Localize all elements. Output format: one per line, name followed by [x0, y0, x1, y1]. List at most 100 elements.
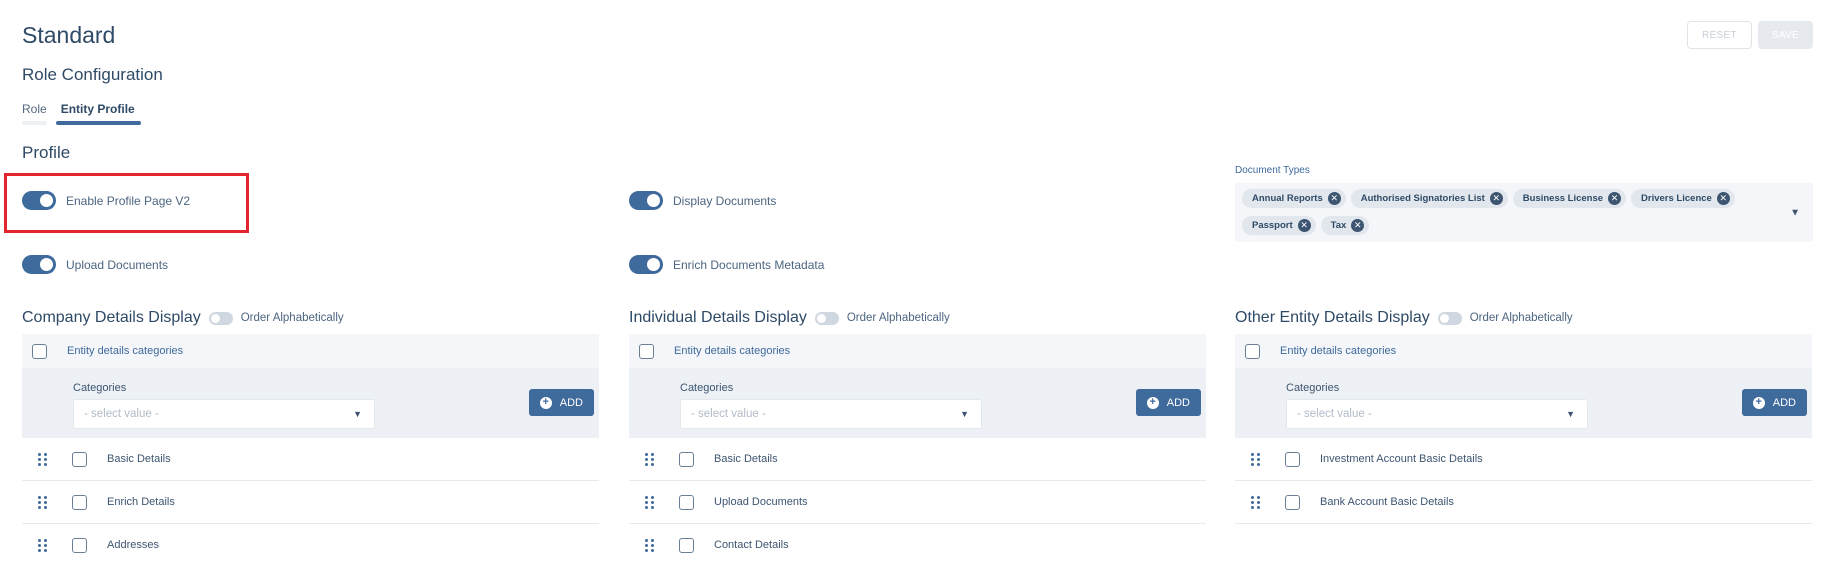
add-label: ADD — [559, 396, 583, 409]
drag-handle-icon[interactable] — [22, 452, 62, 466]
add-label: ADD — [1166, 396, 1190, 409]
select-placeholder: - select value - — [84, 408, 159, 420]
upload-documents-switch[interactable] — [22, 255, 56, 274]
categories-header: Entity details categories — [1235, 334, 1812, 368]
tab-label: Entity Profile — [60, 102, 135, 116]
list-item: Basic Details — [22, 438, 599, 481]
remove-chip-icon[interactable]: ✕ — [1716, 192, 1730, 205]
column-header: Individual Details Display Order Alphabe… — [629, 308, 1206, 328]
category-select[interactable]: - select value - ▼ — [680, 399, 982, 429]
select-all-checkbox[interactable] — [639, 343, 654, 359]
plus-circle-icon: + — [539, 396, 552, 409]
enable-profile-v2-switch[interactable] — [22, 191, 56, 210]
document-type-chip: Annual Reports ✕ — [1242, 189, 1346, 208]
chevron-down-icon: ▼ — [1566, 409, 1575, 419]
document-type-chip: Business License ✕ — [1512, 189, 1627, 208]
drag-handle-icon[interactable] — [22, 538, 62, 552]
add-category-button[interactable]: + ADD — [1135, 389, 1201, 416]
save-button[interactable]: SAVE — [1757, 21, 1813, 49]
list-item: Upload Documents — [629, 481, 1206, 524]
item-checkbox[interactable] — [72, 451, 87, 467]
chip-label: Authorised Signatories List — [1360, 193, 1485, 204]
drag-handle-icon[interactable] — [1235, 495, 1275, 509]
reset-button[interactable]: RESET — [1687, 21, 1752, 49]
add-category-button[interactable]: + ADD — [528, 389, 594, 416]
item-checkbox[interactable] — [1285, 494, 1300, 510]
chevron-down-icon[interactable]: ▼ — [1790, 207, 1800, 218]
document-type-chip: Drivers Licence ✕ — [1631, 189, 1735, 208]
order-alphabetically-switch[interactable] — [814, 311, 839, 325]
order-alphabetically-label: Order Alphabetically — [846, 312, 950, 324]
tab-indicator — [55, 121, 141, 125]
remove-chip-icon[interactable]: ✕ — [1608, 192, 1622, 205]
document-type-chip: Authorised Signatories List ✕ — [1350, 189, 1508, 208]
remove-chip-icon[interactable]: ✕ — [1327, 192, 1341, 205]
categories-header: Entity details categories — [22, 334, 599, 368]
add-category-panel: Categories - select value - ▼ + ADD — [629, 368, 1206, 438]
individual-details-column: Individual Details Display Order Alphabe… — [629, 308, 1206, 565]
toggle-label: Upload Documents — [66, 257, 169, 272]
display-documents-toggle-row: Display Documents — [629, 191, 776, 210]
chevron-down-icon: ▼ — [353, 409, 362, 419]
order-alphabetically-switch[interactable] — [1437, 311, 1462, 325]
category-select[interactable]: - select value - ▼ — [1286, 399, 1588, 429]
document-types-label: Document Types — [1235, 165, 1310, 176]
item-label: Investment Account Basic Details — [1320, 453, 1483, 465]
header-actions: RESET SAVE — [1687, 21, 1813, 49]
section-title: Role Configuration — [22, 65, 163, 84]
chevron-down-icon: ▼ — [960, 409, 969, 419]
company-details-column: Company Details Display Order Alphabetic… — [22, 308, 599, 565]
drag-handle-icon[interactable] — [629, 538, 669, 552]
category-select[interactable]: - select value - ▼ — [73, 399, 375, 429]
categories-label: Categories — [680, 382, 734, 394]
add-label: ADD — [1772, 396, 1796, 409]
item-checkbox[interactable] — [1285, 451, 1300, 467]
item-label: Enrich Details — [107, 496, 175, 508]
add-category-button[interactable]: + ADD — [1741, 389, 1807, 416]
drag-handle-icon[interactable] — [1235, 452, 1275, 466]
chip-label: Drivers Licence — [1641, 193, 1712, 204]
list-item: Addresses — [22, 524, 599, 565]
document-types-select[interactable]: Annual Reports ✕ Authorised Signatories L… — [1235, 183, 1813, 242]
upload-documents-toggle-row: Upload Documents — [22, 255, 168, 274]
list-item: Bank Account Basic Details — [1235, 481, 1812, 524]
categories-label: Categories — [73, 382, 127, 394]
tab-bar: Role Entity Profile — [22, 102, 141, 125]
document-types-field: Document Types Annual Reports ✕ Authorise… — [1235, 165, 1813, 242]
plus-circle-icon: + — [1752, 396, 1765, 409]
chip-label: Annual Reports — [1252, 193, 1323, 204]
column-header: Other Entity Details Display Order Alpha… — [1235, 308, 1812, 328]
select-placeholder: - select value - — [1297, 408, 1372, 420]
item-checkbox[interactable] — [72, 537, 87, 553]
profile-title: Profile — [22, 143, 71, 162]
remove-chip-icon[interactable]: ✕ — [1351, 218, 1365, 232]
order-alphabetically-label: Order Alphabetically — [240, 312, 344, 324]
categories-header-label: Entity details categories — [674, 345, 791, 357]
enrich-documents-metadata-switch[interactable] — [629, 255, 663, 274]
chip-label: Passport — [1252, 219, 1293, 231]
list-item: Basic Details — [629, 438, 1206, 481]
item-label: Addresses — [107, 539, 159, 551]
item-checkbox[interactable] — [679, 494, 694, 510]
remove-chip-icon[interactable]: ✕ — [1489, 192, 1503, 205]
drag-handle-icon[interactable] — [629, 452, 669, 466]
item-label: Basic Details — [107, 453, 171, 465]
toggle-label: Enable Profile Page V2 — [66, 193, 191, 208]
add-category-panel: Categories - select value - ▼ + ADD — [1235, 368, 1812, 438]
remove-chip-icon[interactable]: ✕ — [1297, 218, 1311, 232]
item-checkbox[interactable] — [679, 451, 694, 467]
tab-entity-profile[interactable]: Entity Profile — [55, 102, 141, 125]
tab-role[interactable]: Role — [22, 102, 47, 125]
select-all-checkbox[interactable] — [32, 343, 47, 359]
select-all-checkbox[interactable] — [1245, 343, 1260, 359]
list-item: Investment Account Basic Details — [1235, 438, 1812, 481]
drag-handle-icon[interactable] — [22, 495, 62, 509]
drag-handle-icon[interactable] — [629, 495, 669, 509]
item-checkbox[interactable] — [72, 494, 87, 510]
order-alphabetically-switch[interactable] — [208, 311, 233, 325]
item-label: Basic Details — [714, 453, 778, 465]
select-placeholder: - select value - — [691, 408, 766, 420]
chip-label: Business License — [1522, 193, 1604, 204]
display-documents-switch[interactable] — [629, 191, 663, 210]
item-checkbox[interactable] — [679, 537, 694, 553]
